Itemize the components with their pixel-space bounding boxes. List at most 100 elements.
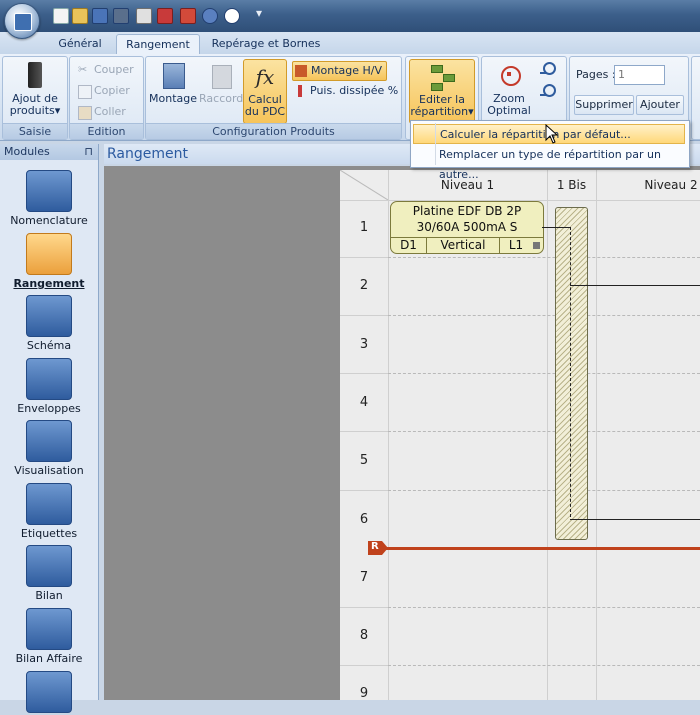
rail-marker[interactable]: R (368, 541, 388, 555)
puissance-dissipee-button[interactable]: Puis. dissipée % (292, 82, 398, 100)
documents-icon (26, 608, 72, 650)
vertical-product[interactable] (555, 207, 588, 540)
supprimer-button[interactable]: Supprimer (574, 95, 634, 115)
group-title-edition: Edition (70, 123, 143, 139)
zoom-out-icon[interactable] (540, 61, 556, 77)
save-as-icon[interactable] (113, 8, 129, 24)
editer-repartition-button[interactable]: Editer la répartition▾ (409, 59, 475, 124)
binder-icon (21, 61, 49, 91)
cut-icon[interactable] (180, 8, 196, 24)
etiquettes-icon (26, 483, 72, 525)
zoom-in-icon[interactable] (540, 83, 556, 99)
module-bilan[interactable]: Bilan (0, 545, 98, 602)
product-attributes: D1 Vertical L1 (391, 237, 543, 253)
module-next[interactable] (0, 671, 98, 715)
app-logo-icon (14, 13, 32, 31)
print-icon[interactable] (136, 8, 152, 24)
title-bar: ▾ (0, 0, 700, 32)
resize-handle-icon[interactable] (533, 242, 540, 249)
coller-button[interactable]: Coller (76, 103, 126, 121)
row-number: 5 (359, 453, 369, 468)
group-edition: ✂ Couper Copier Coller Edition (69, 56, 144, 140)
row-number: 8 (359, 628, 369, 643)
modules-pane: Modules ⊓ Nomenclature Rangement Schéma … (0, 144, 99, 713)
customize-quick-access-icon[interactable]: ▾ (256, 6, 262, 20)
row-divider (340, 257, 388, 258)
copy-icon (78, 85, 92, 99)
module-label: Schéma (26, 339, 72, 352)
menu-item-remplacer-repartition[interactable]: Remplacer un type de répartition par un … (413, 145, 685, 181)
group-saisie: Ajout de produits▾ Saisie (2, 56, 68, 140)
product-name: Platine EDF DB 2P (412, 204, 522, 218)
eye-icon (26, 420, 72, 462)
montage-hv-button[interactable]: Montage H/V (292, 61, 387, 81)
document-icon (26, 545, 72, 587)
row-number: 1 (359, 220, 369, 235)
module-bilan-affaire[interactable]: Bilan Affaire (0, 608, 98, 665)
rail-line (380, 547, 700, 550)
redo-icon[interactable] (224, 8, 240, 24)
copier-button[interactable]: Copier (76, 82, 130, 100)
modules-header: Modules ⊓ (0, 144, 98, 160)
ajout-label-2: produits (9, 104, 55, 117)
montage-hv-icon (295, 65, 307, 77)
row-divider (340, 665, 388, 666)
group-title-configuration: Configuration Produits (146, 123, 401, 139)
repartition-icon (428, 62, 456, 92)
row-divider (388, 315, 700, 316)
tab-rangement[interactable]: Rangement (116, 34, 200, 55)
module-label: Etiquettes (20, 527, 78, 540)
modules-title: Modules (4, 145, 50, 158)
row-divider (388, 665, 700, 666)
connector-line (570, 519, 700, 520)
module-nomenclature[interactable]: Nomenclature (0, 170, 98, 227)
save-icon[interactable] (92, 8, 108, 24)
nomenclature-icon (26, 170, 72, 212)
open-icon[interactable] (72, 8, 88, 24)
hierarchy-icon (26, 671, 72, 713)
scissors-icon: ✂ (78, 63, 88, 76)
product-card[interactable]: Platine EDF DB 2P 30/60A 500mA S D1 Vert… (390, 201, 544, 254)
ajout-produits-button[interactable]: Ajout de produits▾ (5, 59, 65, 122)
row-divider (388, 373, 700, 374)
print-preview-icon[interactable] (157, 8, 173, 24)
row-divider (340, 431, 388, 432)
tab-reperage-et-bornes[interactable]: Repérage et Bornes (206, 34, 326, 54)
row-divider (388, 257, 700, 258)
tab-general[interactable]: Général (52, 34, 108, 54)
module-enveloppes[interactable]: Enveloppes (0, 358, 98, 415)
dropdown-arrow-icon: ▾ (468, 105, 474, 118)
pages-input[interactable]: 1 (614, 65, 665, 85)
ajouter-button[interactable]: Ajouter (636, 95, 684, 115)
puis-label: Puis. dissipée % (310, 84, 399, 97)
row-divider (340, 490, 388, 491)
module-rangement[interactable]: Rangement (0, 233, 98, 290)
product-cell: Vertical (427, 238, 500, 253)
col-divider (388, 170, 389, 700)
row-divider (388, 607, 700, 608)
calcul-pdc-button[interactable]: fx Calcul du PDC (243, 59, 287, 124)
new-icon[interactable] (53, 8, 69, 24)
montage-button[interactable]: Montage (148, 59, 198, 122)
module-schema[interactable]: Schéma (0, 295, 98, 352)
copier-label: Copier (94, 84, 130, 97)
raccord-icon (207, 61, 235, 91)
undo-icon[interactable] (202, 8, 218, 24)
raccord-button[interactable]: Raccord (199, 59, 243, 122)
application-button[interactable] (4, 3, 40, 39)
function-icon: fx (255, 65, 275, 89)
pin-icon[interactable]: ⊓ (84, 144, 93, 160)
module-visualisation[interactable]: Visualisation (0, 420, 98, 477)
group-configuration-produits: Montage Raccord fx Calcul du PDC Montage… (145, 56, 402, 140)
row-divider (340, 315, 388, 316)
rangement-grid: Niveau 1 1 Bis Niveau 2 1 2 3 4 5 6 7 8 … (340, 170, 700, 700)
couper-button[interactable]: ✂ Couper (76, 61, 134, 79)
rangement-icon (26, 233, 72, 275)
col-header-1-bis: 1 Bis (556, 178, 587, 192)
module-label: Enveloppes (17, 402, 81, 415)
row-divider (340, 373, 388, 374)
module-label: Visualisation (14, 464, 84, 477)
rail-marker-label: R (371, 541, 379, 552)
zoom-optimal-button[interactable]: Zoom Optimal (484, 59, 534, 122)
module-etiquettes[interactable]: Etiquettes (0, 483, 98, 540)
